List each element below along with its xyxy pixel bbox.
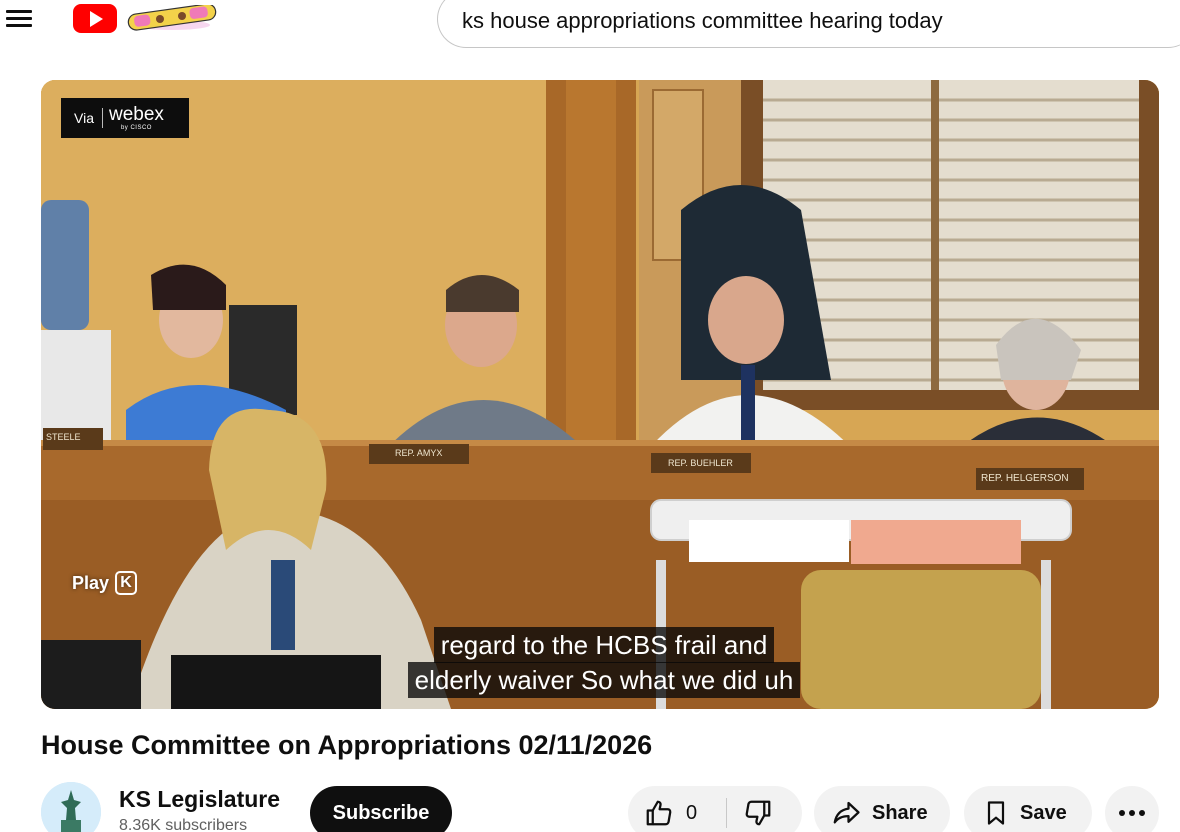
save-label: Save — [1020, 801, 1067, 824]
caption-line-1: regard to the HCBS frail and — [433, 627, 775, 663]
hoverboard-doodle-icon[interactable] — [124, 5, 220, 31]
share-label: Share — [872, 801, 928, 824]
thumbs-down-icon — [743, 798, 773, 828]
subscriber-count: 8.36K subscribers — [119, 817, 248, 832]
divider — [101, 108, 103, 128]
play-hint[interactable]: Play K — [72, 571, 138, 595]
webex-overlay: Via webex by CISCO — [61, 98, 189, 138]
caption-line-1-wrap: regard to the HCBS frail and — [41, 627, 1159, 663]
more-actions-button[interactable] — [1105, 786, 1159, 832]
video-title: House Committee on Appropriations 02/11/… — [41, 730, 653, 760]
channel-name[interactable]: KS Legislature — [119, 786, 280, 813]
video-frame — [41, 80, 1159, 709]
nameplate-steele: STEELE — [46, 432, 81, 442]
thumbs-up-icon — [644, 798, 674, 828]
caption-line-2: elderly waiver So what we did uh — [407, 662, 801, 698]
bookmark-icon — [982, 798, 1010, 828]
nameplate-amyx: REP. AMYX — [395, 448, 443, 458]
keyboard-shortcut-key: K — [115, 571, 138, 595]
like-button[interactable]: 0 — [628, 798, 726, 828]
video-player[interactable]: STEELE REP. AMYX REP. BUEHLER REP. HELGE… — [41, 80, 1159, 709]
webex-logo-text: webex by CISCO — [108, 103, 164, 131]
dislike-button[interactable] — [727, 798, 773, 828]
caption-line-2-wrap: elderly waiver So what we did uh — [41, 662, 1159, 698]
nameplate-buehler: REP. BUEHLER — [668, 458, 733, 468]
webex-brand: webex — [108, 103, 164, 125]
capitol-statue-avatar-icon — [41, 782, 101, 832]
share-button[interactable]: Share — [814, 786, 950, 832]
webex-via-label: Via — [74, 110, 94, 126]
search-input[interactable]: ks house appropriations committee hearin… — [462, 8, 943, 34]
save-button[interactable]: Save — [964, 786, 1092, 832]
more-horizontal-icon — [1118, 809, 1146, 817]
subscribe-button[interactable]: Subscribe — [310, 786, 452, 832]
webex-brand-sub: by CISCO — [120, 124, 152, 131]
youtube-logo-icon[interactable] — [73, 4, 117, 33]
like-dislike-group: 0 — [628, 786, 802, 832]
channel-avatar[interactable] — [41, 782, 101, 832]
nameplate-helgerson: REP. HELGERSON — [981, 473, 1069, 484]
share-arrow-icon — [830, 798, 862, 828]
play-hint-label: Play — [72, 572, 110, 593]
like-count: 0 — [686, 801, 698, 824]
hamburger-menu-icon[interactable] — [4, 6, 34, 34]
